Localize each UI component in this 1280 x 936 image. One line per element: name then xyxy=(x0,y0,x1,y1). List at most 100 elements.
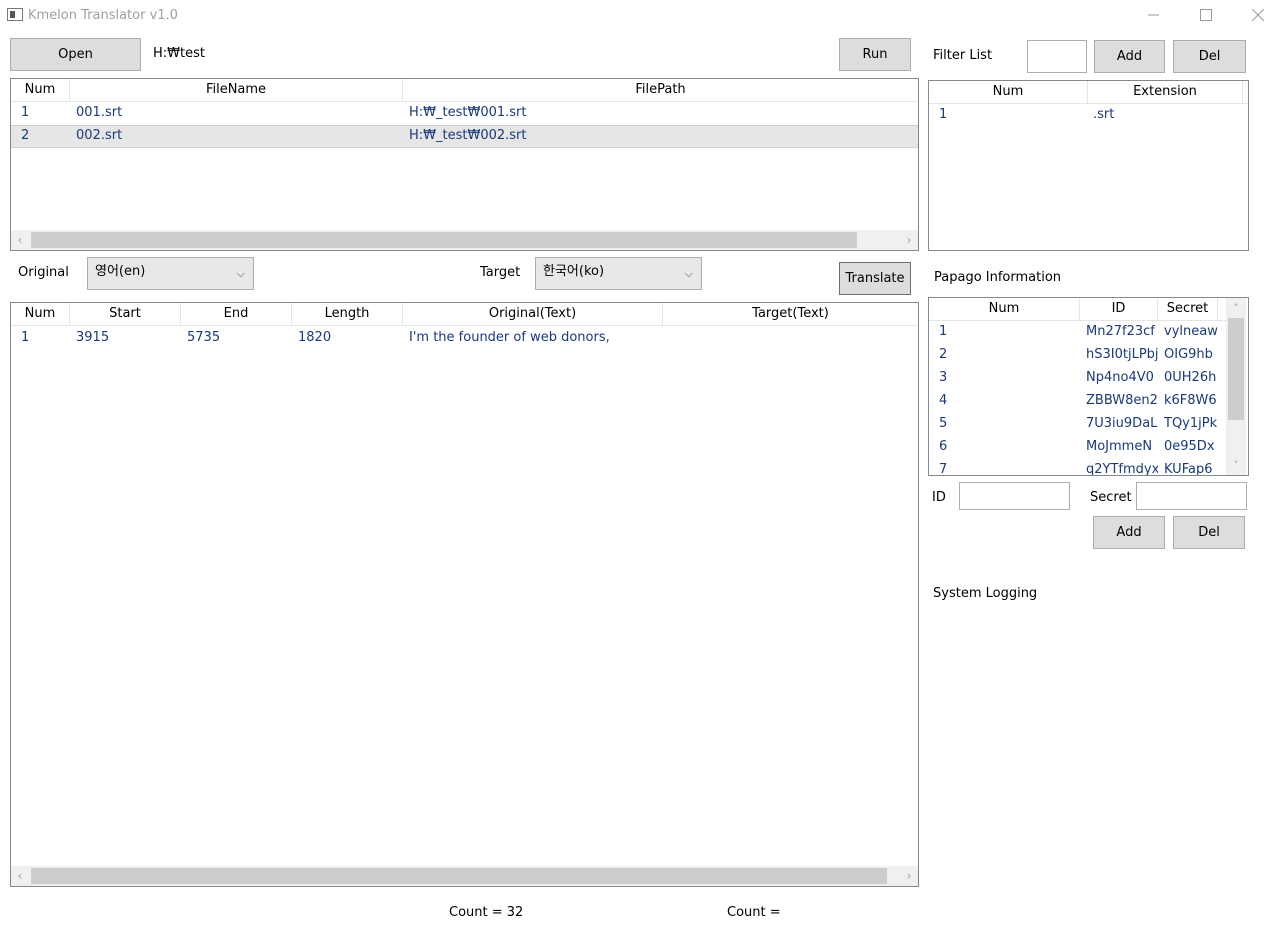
original-language-value: 영어(en) xyxy=(95,264,146,279)
papago-secret: 0UH26h xyxy=(1164,370,1217,385)
target-language-select[interactable]: 한국어(ko) ⌵ xyxy=(535,257,702,290)
chevron-down-icon: ⌵ xyxy=(684,266,693,280)
papago-id: Np4no4V0 xyxy=(1086,370,1154,385)
subtitle-num: 1 xyxy=(21,330,30,345)
file-grid-hscrollbar[interactable]: ‹ › xyxy=(11,230,918,250)
filter-add-button[interactable]: Add xyxy=(1094,40,1165,73)
column-header-filename[interactable]: FileName xyxy=(70,79,403,102)
maximize-icon xyxy=(1200,9,1212,21)
filter-num: 1 xyxy=(939,107,948,122)
papago-id: Mn27f23cf xyxy=(1086,324,1155,339)
subtitle-length: 1820 xyxy=(298,330,332,345)
column-header-num[interactable]: Num xyxy=(11,79,70,102)
papago-id: q2YTfmdyx xyxy=(1086,462,1158,476)
subtitle-row[interactable]: 1 3915 5735 1820 I'm the founder of web … xyxy=(11,327,918,350)
file-path: H:₩_test₩001.srt xyxy=(409,105,527,120)
file-num: 2 xyxy=(21,128,30,143)
papago-secret-input[interactable] xyxy=(1136,482,1247,510)
column-header-id[interactable]: ID xyxy=(1080,298,1158,321)
minimize-button[interactable] xyxy=(1129,0,1179,30)
file-row-selected[interactable]: 2 002.srt H:₩_test₩002.srt xyxy=(11,125,918,148)
subtitle-grid-header: Num Start End Length Original(Text) Targ… xyxy=(11,303,918,326)
papago-secret: TQy1jPk xyxy=(1164,416,1218,431)
maximize-button[interactable] xyxy=(1181,0,1231,30)
file-path: H:₩_test₩002.srt xyxy=(409,128,527,143)
scroll-thumb[interactable] xyxy=(1228,318,1244,420)
translate-button[interactable]: Translate xyxy=(839,262,911,295)
filter-row[interactable]: 1 .srt xyxy=(929,104,1248,127)
papago-id-input[interactable] xyxy=(959,482,1070,510)
column-header-original-text[interactable]: Original(Text) xyxy=(403,303,663,326)
chevron-down-icon: ⌵ xyxy=(236,266,245,280)
column-header-extension[interactable]: Extension xyxy=(1088,81,1243,104)
papago-grid-header: Num ID Secret xyxy=(929,298,1226,321)
target-language-value: 한국어(ko) xyxy=(543,264,605,279)
folder-path: H:₩test xyxy=(153,46,205,61)
papago-grid-vscrollbar[interactable]: ˄ ˅ xyxy=(1226,298,1246,475)
file-row[interactable]: 1 001.srt H:₩_test₩001.srt xyxy=(11,102,918,125)
title-bar: Kmelon Translator v1.0 xyxy=(0,0,1280,32)
filter-grid: Num Extension 1 .srt xyxy=(928,80,1249,251)
papago-id: hS3I0tjLPbj xyxy=(1086,347,1158,362)
papago-row[interactable]: 1 Mn27f23cf vylneaw xyxy=(929,321,1226,344)
papago-secret: KUFap6 xyxy=(1164,462,1213,476)
minimize-icon xyxy=(1148,14,1159,16)
scroll-left-icon[interactable]: ‹ xyxy=(11,866,29,886)
subtitle-count: Count = 32 xyxy=(449,905,524,920)
papago-row[interactable]: 5 7U3iu9DaL TQy1jPk xyxy=(929,413,1226,436)
column-header-secret[interactable]: Secret xyxy=(1158,298,1218,321)
column-header-start[interactable]: Start xyxy=(70,303,181,326)
column-header-num[interactable]: Num xyxy=(11,303,70,326)
run-button[interactable]: Run xyxy=(839,38,911,71)
papago-secret: 0e95Dx xyxy=(1164,439,1215,454)
column-header-num[interactable]: Num xyxy=(929,81,1088,104)
scroll-right-icon[interactable]: › xyxy=(900,866,918,886)
papago-row[interactable]: 4 ZBBW8en2 k6F8W6 xyxy=(929,390,1226,413)
papago-del-button[interactable]: Del xyxy=(1173,516,1245,549)
file-name: 002.srt xyxy=(76,128,123,143)
column-header-filepath[interactable]: FilePath xyxy=(403,79,918,102)
papago-secret: vylneaw xyxy=(1164,324,1218,339)
subtitle-grid-hscrollbar[interactable]: ‹ › xyxy=(11,866,918,886)
column-header-length[interactable]: Length xyxy=(292,303,403,326)
papago-grid: Num ID Secret 1 Mn27f23cf vylneaw 2 hS3I0tjL… xyxy=(928,297,1249,476)
papago-row[interactable]: 6 MoJmmeN 0e95Dx xyxy=(929,436,1226,459)
close-button[interactable] xyxy=(1233,0,1280,30)
papago-num: 3 xyxy=(939,370,948,385)
scroll-thumb[interactable] xyxy=(31,868,887,884)
id-label: ID xyxy=(932,490,946,505)
scroll-down-icon[interactable]: ˅ xyxy=(1226,457,1246,473)
filter-extension: .srt xyxy=(1093,107,1115,122)
filter-grid-header: Num Extension xyxy=(929,81,1248,104)
target-label: Target xyxy=(480,265,521,280)
papago-num: 2 xyxy=(939,347,948,362)
papago-row[interactable]: 7 q2YTfmdyx KUFap6 xyxy=(929,459,1226,476)
column-header-num[interactable]: Num xyxy=(929,298,1080,321)
close-icon xyxy=(1252,9,1264,21)
scroll-right-icon[interactable]: › xyxy=(900,230,918,250)
column-header-end[interactable]: End xyxy=(181,303,292,326)
papago-add-button[interactable]: Add xyxy=(1093,516,1165,549)
original-language-select[interactable]: 영어(en) ⌵ xyxy=(87,257,254,290)
scroll-thumb[interactable] xyxy=(31,232,857,248)
subtitle-target-text xyxy=(663,327,918,350)
file-grid: Num FileName FilePath 1 001.srt H:₩_test… xyxy=(10,78,919,251)
papago-secret: k6F8W6 xyxy=(1164,393,1217,408)
scroll-up-icon[interactable]: ˄ xyxy=(1226,300,1246,316)
papago-secret: OIG9hb xyxy=(1164,347,1213,362)
file-grid-header: Num FileName FilePath xyxy=(11,79,918,102)
papago-num: 1 xyxy=(939,324,948,339)
papago-id: MoJmmeN xyxy=(1086,439,1153,454)
papago-row[interactable]: 3 Np4no4V0 0UH26h xyxy=(929,367,1226,390)
system-logging-title: System Logging xyxy=(933,586,1038,601)
subtitle-original-text: I'm the founder of web donors, xyxy=(409,330,610,345)
subtitle-end: 5735 xyxy=(187,330,221,345)
column-header-target-text[interactable]: Target(Text) xyxy=(663,303,918,326)
filter-del-button[interactable]: Del xyxy=(1173,40,1246,73)
open-button[interactable]: Open xyxy=(10,38,141,71)
filter-extension-input[interactable] xyxy=(1027,40,1087,73)
papago-row[interactable]: 2 hS3I0tjLPbj OIG9hb xyxy=(929,344,1226,367)
scroll-left-icon[interactable]: ‹ xyxy=(11,230,29,250)
app-icon xyxy=(7,8,23,21)
papago-id: ZBBW8en2 xyxy=(1086,393,1158,408)
